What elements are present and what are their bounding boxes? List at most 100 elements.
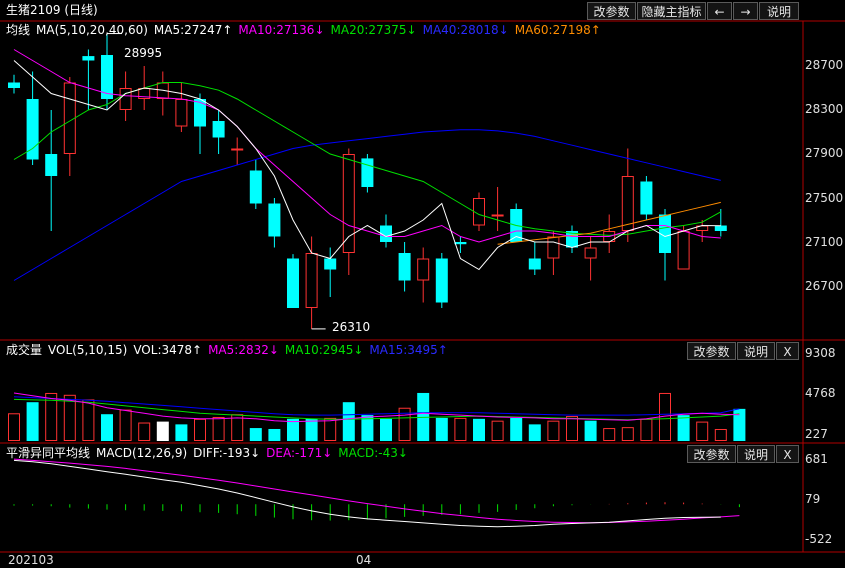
volume-bar-down bbox=[584, 420, 597, 441]
price-tick: 28700 bbox=[805, 58, 844, 72]
vol-value: VOL:3478↑ bbox=[133, 343, 203, 357]
volume-close-icon[interactable]: X bbox=[776, 342, 799, 360]
candle-body-down bbox=[435, 258, 448, 303]
candle-body-down bbox=[640, 181, 653, 215]
volume-help-button[interactable]: 说明 bbox=[737, 342, 775, 360]
ma20-value: MA20:27375↓ bbox=[330, 23, 417, 37]
candle-body-up bbox=[547, 236, 560, 259]
candle-body-down bbox=[82, 56, 95, 61]
candle-body-down bbox=[714, 225, 727, 231]
candle-body-up bbox=[175, 99, 188, 127]
candle-body-down bbox=[454, 242, 467, 245]
volume-bar-up bbox=[82, 399, 95, 441]
candle-body-up bbox=[491, 214, 504, 217]
help-button[interactable]: 说明 bbox=[759, 2, 799, 20]
hide-main-indicator-button[interactable]: 隐藏主指标 bbox=[637, 2, 706, 20]
volume-bar-up bbox=[63, 394, 76, 442]
indicator-params: MACD(12,26,9) bbox=[96, 446, 188, 460]
price-tick: 26700 bbox=[805, 279, 844, 293]
candle-body-up bbox=[231, 148, 244, 151]
high-price-label: 28995 bbox=[124, 46, 163, 60]
edit-params-button[interactable]: 改参数 bbox=[587, 2, 636, 20]
macd-tick: -522 bbox=[805, 532, 833, 546]
candle-body-down bbox=[45, 154, 58, 176]
candle-body-up bbox=[119, 88, 132, 110]
macd-close-icon[interactable]: X bbox=[776, 445, 799, 463]
volume-bar-down bbox=[435, 417, 448, 441]
price-chart bbox=[8, 33, 727, 330]
macd-chart bbox=[13, 458, 740, 528]
vol-ma5-value: MA5:2832↓ bbox=[208, 343, 279, 357]
candle-body-up bbox=[584, 247, 597, 259]
arrow-left-icon[interactable]: ← bbox=[707, 2, 732, 20]
candle-body-down bbox=[528, 258, 541, 270]
ma5-value: MA5:27247↑ bbox=[153, 23, 233, 37]
volume-bar-down bbox=[249, 428, 262, 441]
chart-stage: 生猪2109 (日线) 改参数 隐藏主指标 ← → 说明 均线 MA(5,10,2… bbox=[0, 0, 845, 568]
volume-bar bbox=[156, 421, 169, 441]
volume-bar-up bbox=[547, 420, 560, 442]
volume-bar-up bbox=[640, 418, 653, 442]
indicator-params: MA(5,10,20,40,60) bbox=[36, 23, 148, 37]
volume-bar-down bbox=[380, 418, 392, 441]
dea-line bbox=[13, 458, 740, 524]
vol-ma10-value: MA10:2945↓ bbox=[284, 343, 364, 357]
price-tick: 27500 bbox=[805, 191, 844, 205]
candle-body-down bbox=[268, 203, 281, 237]
candle-body-up bbox=[342, 154, 355, 253]
volume-bar-up bbox=[603, 428, 616, 441]
volume-chart bbox=[8, 392, 746, 442]
volume-bar-down bbox=[26, 402, 39, 441]
x-axis-label: 04 bbox=[356, 553, 372, 567]
ma-legend: 均线 MA(5,10,20,40,60) MA5:27247↑ MA10:27136↓… bbox=[6, 22, 607, 38]
candle-body-up bbox=[305, 253, 318, 308]
volume-bar-up bbox=[621, 427, 634, 442]
volume-bar-up bbox=[714, 428, 727, 442]
candle-body-down bbox=[194, 99, 206, 127]
candle-body-up bbox=[677, 231, 690, 270]
volume-bar-down bbox=[101, 414, 113, 441]
volume-bar-up bbox=[119, 409, 132, 441]
volume-bar-up bbox=[138, 422, 151, 441]
volume-bar-up bbox=[212, 416, 225, 442]
volume-bar-down bbox=[528, 424, 541, 441]
candle-body-down bbox=[361, 158, 374, 187]
volume-bar-up bbox=[566, 416, 578, 441]
indicator-name: 平滑异同平均线 bbox=[6, 446, 91, 460]
volume-bar-down bbox=[268, 428, 281, 441]
volume-bar-down bbox=[510, 417, 523, 441]
low-price-label: 26310 bbox=[332, 320, 371, 334]
volume-bar-down bbox=[342, 402, 355, 441]
ma10-value: MA10:27136↓ bbox=[238, 23, 325, 37]
volume-bar-up bbox=[454, 417, 467, 441]
price-tick: 27100 bbox=[805, 235, 844, 249]
volume-bar-down bbox=[305, 418, 318, 441]
volume-bar-up bbox=[8, 413, 20, 442]
arrow-right-icon[interactable]: → bbox=[733, 2, 758, 20]
macd-edit-params-button[interactable]: 改参数 bbox=[687, 445, 736, 463]
volume-tick: 227 bbox=[805, 427, 828, 441]
diff-value: DIFF:-193↓ bbox=[193, 446, 261, 460]
candle-body-down bbox=[324, 258, 337, 270]
dea-value: DEA:-171↓ bbox=[266, 446, 333, 460]
price-tick: 28300 bbox=[805, 102, 844, 116]
candle-body-down bbox=[249, 170, 262, 204]
candle-body-down bbox=[8, 82, 20, 88]
candle-body-up bbox=[417, 258, 430, 281]
macd-tick: 681 bbox=[805, 452, 828, 466]
volume-bar-up bbox=[696, 421, 709, 441]
volume-edit-params-button[interactable]: 改参数 bbox=[687, 342, 736, 360]
indicator-name: 均线 bbox=[6, 23, 31, 37]
macd-tick: 79 bbox=[805, 492, 821, 506]
volume-bar-up bbox=[324, 417, 337, 441]
vol-ma15-value: MA15:3495↑ bbox=[369, 343, 448, 357]
volume-bar-up bbox=[491, 420, 504, 442]
macd-help-button[interactable]: 说明 bbox=[737, 445, 775, 463]
candle-body-down bbox=[398, 253, 411, 281]
volume-tick: 4768 bbox=[805, 386, 836, 400]
volume-bar-down bbox=[287, 418, 299, 441]
chart-canvas bbox=[0, 20, 845, 553]
ma60-value: MA60:27198↑ bbox=[514, 23, 601, 37]
volume-bar-down bbox=[473, 418, 485, 441]
price-tick: 27900 bbox=[805, 146, 844, 160]
